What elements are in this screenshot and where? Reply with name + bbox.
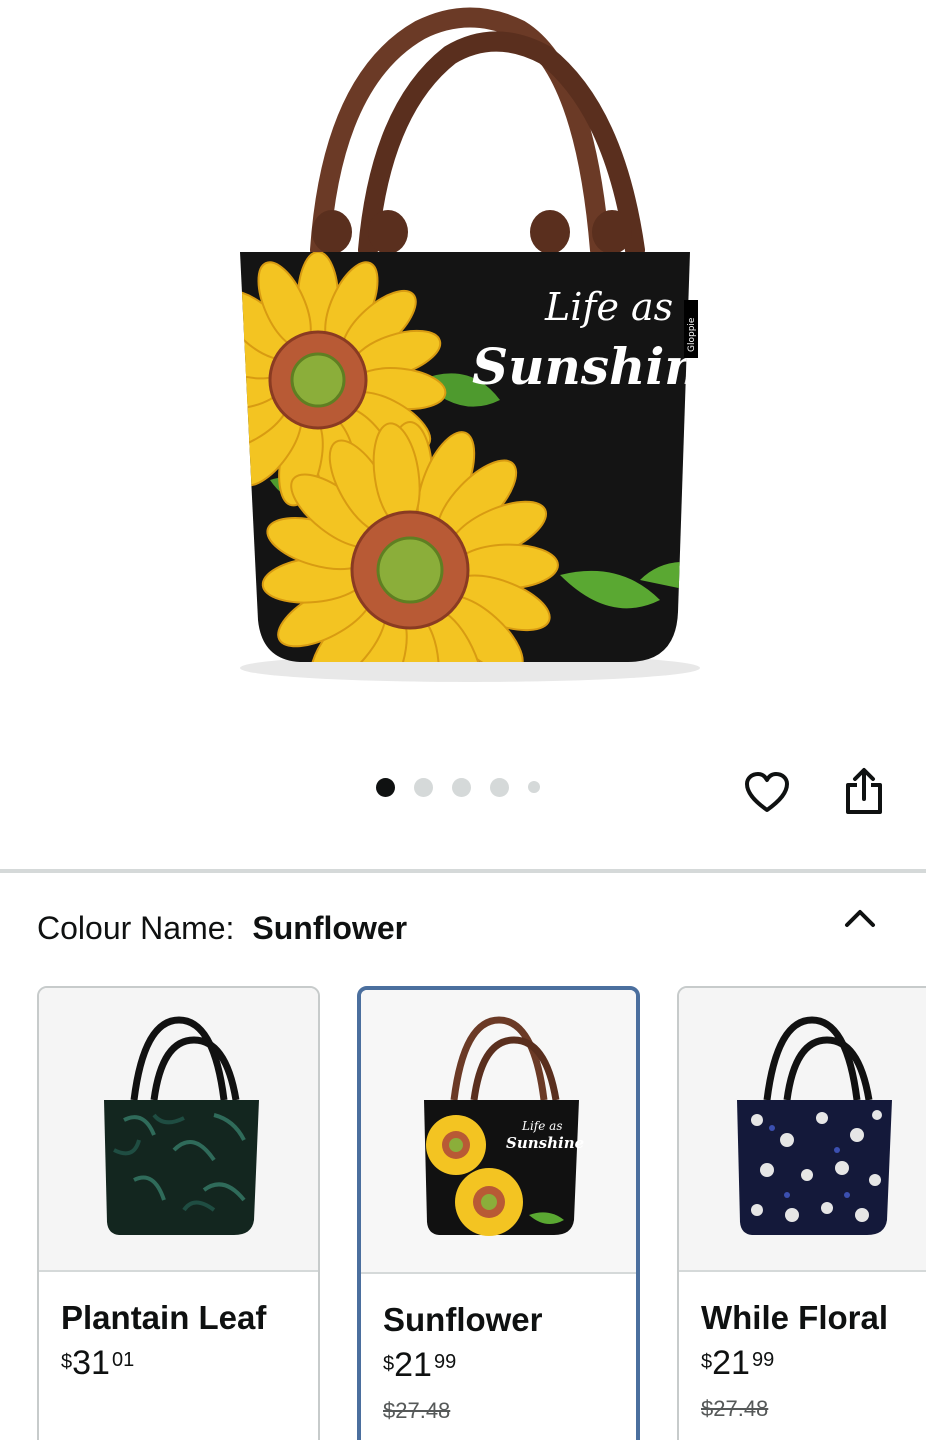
share-icon [846,768,882,814]
collapse-variations-button[interactable] [836,894,884,942]
swatch-name: Sunflower [383,1301,543,1338]
pagination-dot-2[interactable] [414,777,433,797]
variation-label: Colour Name: [37,910,235,946]
bag-thumbnail-image [737,1016,892,1235]
swatch-price: $ 31 01 [61,1346,134,1380]
image-pagination-dots[interactable] [376,777,540,797]
list-price: $27.48 [701,1396,769,1421]
variation-header: Colour Name: Sunflower [37,906,407,950]
price-whole: 21 [712,1344,750,1382]
swatch-thumbnail [39,988,318,1272]
price-currency: $ [383,1353,395,1375]
swatch-thumbnail: Life as Sunshine [361,990,636,1274]
price-whole: 21 [394,1346,432,1384]
pagination-dot-4[interactable] [490,777,509,797]
share-button[interactable] [838,764,890,820]
pagination-dot-3[interactable] [452,777,471,797]
price-fraction: 99 [751,1349,775,1371]
bag-thumbnail-image [103,1016,259,1235]
swatch-sunflower[interactable]: Life as Sunshine Sunflower $ 21 99 $27.4… [357,986,640,1440]
product-image: Life as Sunshine Gloppie [240,7,700,682]
swatch-price: $ 21 99 [701,1346,774,1380]
list-price: $27.48 [383,1398,451,1423]
heart-icon [745,772,789,812]
swatch-name: Plantain Leaf [61,1299,267,1336]
brand-tag: Gloppie [687,317,697,352]
variation-selected-value: Sunflower [252,910,408,946]
swatch-name: While Floral [701,1299,889,1336]
pagination-dot-5[interactable] [528,781,540,793]
swatch-thumbnail [679,988,926,1272]
price-whole: 31 [72,1344,110,1382]
price-fraction: 99 [433,1351,457,1373]
price-currency: $ [61,1351,73,1373]
colour-swatch-list: Plantain Leaf $ 31 01 Life as Sunshine S… [0,986,926,1440]
bag-print-line1: Life as [544,285,673,329]
bag-thumbnail-image: Life as Sunshine [423,1016,584,1236]
thumb-print-line1: Life as [521,1119,562,1133]
price-fraction: 01 [111,1349,135,1371]
thumb-print-line2: Sunshine [506,1134,584,1152]
swatch-plantain-leaf[interactable]: Plantain Leaf $ 31 01 [37,986,320,1440]
product-image-gallery[interactable]: Life as Sunshine Gloppie [0,0,926,870]
pagination-dot-1[interactable] [376,777,395,797]
chevron-up-icon [845,910,875,927]
swatch-while-floral[interactable]: While Floral $ 21 99 $27.48 [677,986,926,1440]
favorite-button[interactable] [741,764,793,820]
price-currency: $ [701,1351,713,1373]
swatch-price: $ 21 99 [383,1348,456,1382]
section-divider [0,869,926,873]
